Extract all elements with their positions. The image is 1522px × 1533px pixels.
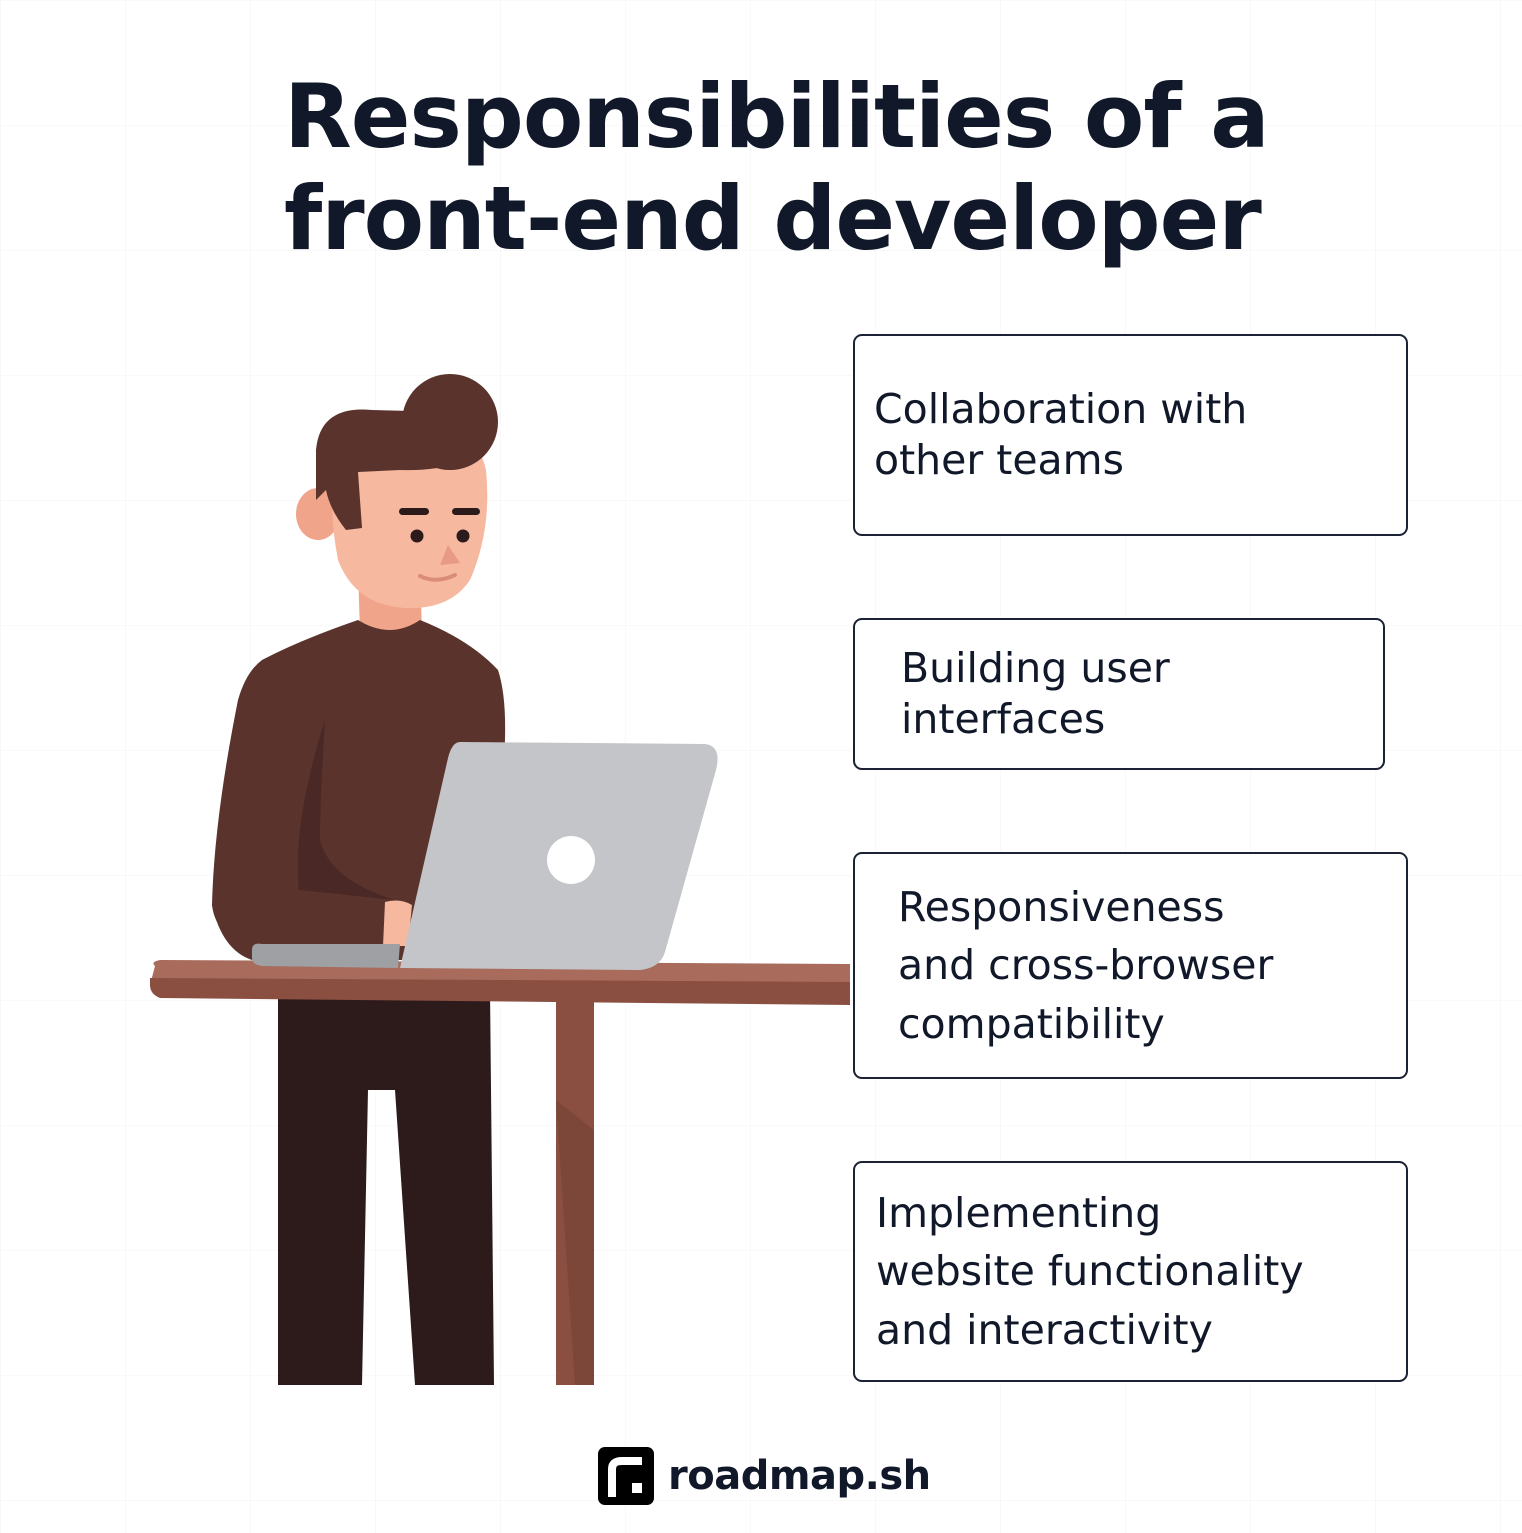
responsibility-card-building-ui: Building user interfaces: [853, 618, 1385, 770]
responsibility-line: website functionality: [876, 1247, 1304, 1296]
left-eye: [410, 529, 424, 543]
responsibility-card-functionality: Implementing website functionality and i…: [853, 1161, 1408, 1382]
responsibility-line: Collaboration with: [874, 384, 1248, 433]
brand: roadmap.sh: [598, 1446, 931, 1506]
laptop-logo-icon: [547, 836, 595, 884]
responsibility-line: Responsiveness: [898, 883, 1225, 932]
responsibility-line: other teams: [874, 436, 1124, 484]
laptop-keyboard-deck: [252, 943, 400, 968]
right-eye: [456, 529, 470, 543]
responsibility-text: Collaboration with other teams: [874, 384, 1247, 487]
responsibility-line: and interactivity: [876, 1305, 1213, 1354]
responsibility-line: interfaces: [901, 695, 1106, 743]
brand-name: roadmap.sh: [668, 1453, 931, 1499]
responsibility-line: Building user: [901, 643, 1170, 692]
left-eyebrow: [399, 508, 429, 515]
responsibility-line: compatibility: [898, 999, 1165, 1048]
responsibility-text: Responsiveness and cross-browser compati…: [898, 878, 1273, 1053]
responsibility-text: Implementing website functionality and i…: [876, 1184, 1304, 1359]
right-eyebrow: [452, 508, 480, 515]
roadmap-logo-icon: [598, 1447, 654, 1505]
responsibility-card-collaboration: Collaboration with other teams: [853, 334, 1408, 536]
responsibility-text: Building user interfaces: [901, 643, 1170, 746]
table-leg: [556, 995, 594, 1385]
responsibility-line: Implementing: [876, 1189, 1162, 1238]
pants: [278, 990, 494, 1385]
responsibility-line: and cross-browser: [898, 941, 1274, 990]
responsibility-card-responsiveness: Responsiveness and cross-browser compati…: [853, 852, 1408, 1079]
